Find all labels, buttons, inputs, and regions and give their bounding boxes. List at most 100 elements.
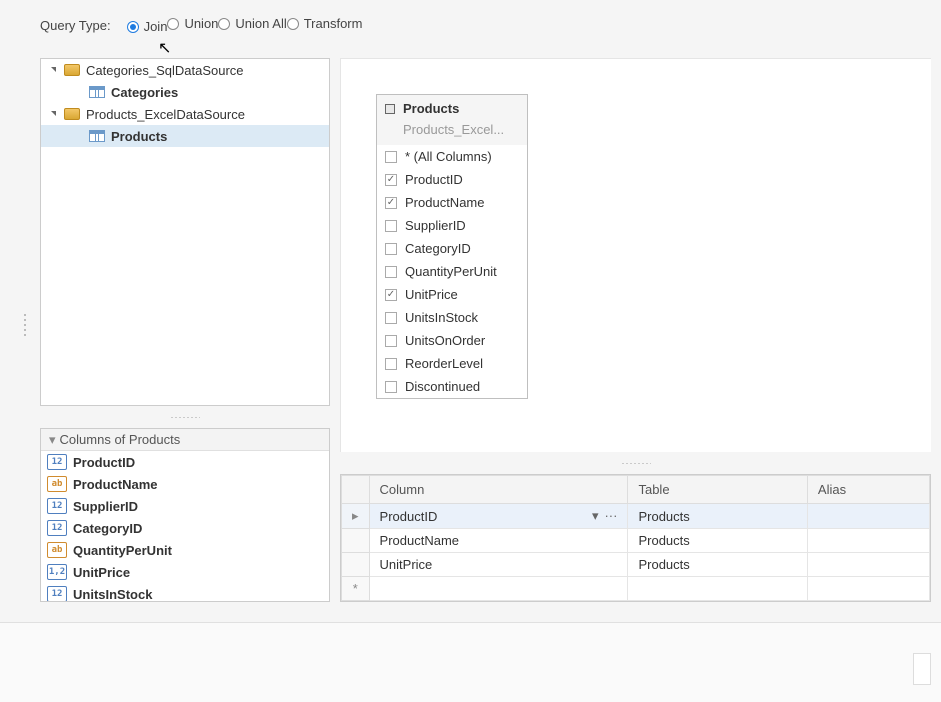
table-box-subtitle: Products_Excel... [377, 122, 527, 145]
table-box-field-label: QuantityPerUnit [405, 264, 497, 279]
checkbox-icon[interactable] [385, 174, 397, 186]
grid-row-indicator: ▸ [342, 504, 370, 529]
table-box-field-label: ReorderLevel [405, 356, 483, 371]
table-box-field[interactable]: ReorderLevel [377, 352, 527, 375]
datatype-icon: ab [47, 542, 67, 558]
table-box-field[interactable]: UnitsOnOrder [377, 329, 527, 352]
grid-cell-table[interactable] [628, 577, 807, 601]
column-item[interactable]: 12UnitsInStock [41, 583, 329, 601]
datatype-icon: 1,2 [47, 564, 67, 580]
table-box-field-label: ProductName [405, 195, 484, 210]
checkbox-icon[interactable] [385, 220, 397, 232]
table-box-field[interactable]: ProductID [377, 168, 527, 191]
column-item[interactable]: abProductName [41, 473, 329, 495]
grid-cell-alias[interactable] [807, 529, 929, 553]
radio-label: Union [184, 16, 218, 31]
column-item-label: SupplierID [73, 499, 138, 514]
checkbox-icon[interactable] [385, 266, 397, 278]
column-item[interactable]: 12CategoryID [41, 517, 329, 539]
table-box-field[interactable]: SupplierID [377, 214, 527, 237]
query-type-label: Query Type: [40, 18, 111, 33]
checkbox-icon[interactable] [385, 358, 397, 370]
dropdown-icon[interactable]: ▾ [592, 508, 599, 524]
query-type-radio-union[interactable]: Union [167, 16, 218, 31]
query-type-radio-join[interactable]: Join [127, 19, 168, 34]
checkbox-icon[interactable] [385, 243, 397, 255]
query-type-radio-union-all[interactable]: Union All [218, 16, 286, 31]
tree-item-label: Categories [111, 85, 178, 100]
grid-cell-table[interactable]: Products [628, 529, 807, 553]
footer-button[interactable] [913, 653, 931, 685]
checkbox-icon[interactable] [385, 197, 397, 209]
grid-cell-table[interactable]: Products [628, 504, 807, 529]
database-icon [64, 108, 80, 120]
grid-cell-column[interactable]: ProductID▾··· [369, 504, 628, 529]
query-type-radio-transform[interactable]: Transform [287, 16, 363, 31]
table-box-field-label: UnitsOnOrder [405, 333, 485, 348]
column-item[interactable]: abQuantityPerUnit [41, 539, 329, 561]
table-icon [89, 130, 105, 142]
table-box-field[interactable]: QuantityPerUnit [377, 260, 527, 283]
tree-table[interactable]: Categories [41, 81, 329, 103]
column-item-label: ProductID [73, 455, 135, 470]
grid-cell-alias[interactable] [807, 577, 929, 601]
radio-dot-icon [287, 18, 299, 30]
grid-row-indicator [342, 529, 370, 553]
table-box-field[interactable]: UnitsInStock [377, 306, 527, 329]
tree-twisty-icon[interactable] [49, 109, 60, 120]
table-box-field[interactable]: CategoryID [377, 237, 527, 260]
grid-cell-column[interactable]: ProductName [369, 529, 628, 553]
grid-new-row[interactable]: * [342, 577, 930, 601]
radio-dot-icon [127, 21, 139, 33]
table-box-field[interactable]: UnitPrice [377, 283, 527, 306]
tree-data-source[interactable]: Products_ExcelDataSource [41, 103, 329, 125]
column-item[interactable]: 12 ProductID [41, 451, 329, 473]
grid-cell-column[interactable] [369, 577, 628, 601]
checkbox-icon[interactable] [385, 289, 397, 301]
left-column: Categories_SqlDataSource Categories Produc… [40, 58, 330, 602]
checkbox-icon[interactable] [385, 381, 397, 393]
grid-cell-alias[interactable] [807, 553, 929, 577]
checkbox-icon[interactable] [385, 312, 397, 324]
table-box-menu-icon[interactable] [385, 104, 395, 114]
radio-label: Join [144, 19, 168, 34]
table-box-field-label: CategoryID [405, 241, 471, 256]
table-box-field[interactable]: * (All Columns) [377, 145, 527, 168]
table-box-field-label: Discontinued [405, 379, 480, 394]
tree-data-source[interactable]: Categories_SqlDataSource [41, 59, 329, 81]
grid-cell-column[interactable]: UnitPrice [369, 553, 628, 577]
tree-table[interactable]: Products [41, 125, 329, 147]
table-box-field[interactable]: Discontinued [377, 375, 527, 398]
horizontal-splitter-right[interactable] [340, 460, 931, 466]
grid-row[interactable]: ProductNameProducts [342, 529, 930, 553]
columns-panel-header[interactable]: ▾ Columns of Products [41, 429, 329, 451]
table-box-header[interactable]: Products [377, 95, 527, 122]
columns-list[interactable]: 12 ProductID abProductName12SupplierID12Ca… [41, 451, 329, 601]
tree-twisty-icon[interactable] [49, 65, 60, 76]
data-source-tree[interactable]: Categories_SqlDataSource Categories Produc… [40, 58, 330, 406]
tree-item-label: Products_ExcelDataSource [86, 107, 245, 122]
datatype-icon: 12 [47, 454, 67, 470]
vertical-splitter-left[interactable] [22, 308, 28, 342]
table-box-products[interactable]: Products Products_Excel... * (All Column… [376, 94, 528, 399]
column-item[interactable]: 1,2UnitPrice [41, 561, 329, 583]
chevron-down-icon: ▾ [49, 432, 56, 448]
table-box-field-label: * (All Columns) [405, 149, 492, 164]
checkbox-icon[interactable] [385, 151, 397, 163]
query-designer-canvas[interactable]: Products Products_Excel... * (All Column… [340, 58, 931, 452]
grid-row[interactable]: UnitPriceProducts [342, 553, 930, 577]
columns-panel-title: Columns of Products [60, 432, 181, 447]
column-item[interactable]: 12SupplierID [41, 495, 329, 517]
ellipsis-icon[interactable]: ··· [604, 508, 617, 524]
output-columns-grid[interactable]: Column Table Alias ▸ProductID▾···Product… [340, 474, 931, 602]
grid-header-column[interactable]: Column [369, 476, 628, 504]
table-box-field[interactable]: ProductName [377, 191, 527, 214]
grid-header-alias[interactable]: Alias [807, 476, 929, 504]
table-box-field-label: UnitsInStock [405, 310, 478, 325]
grid-row[interactable]: ▸ProductID▾···Products [342, 504, 930, 529]
checkbox-icon[interactable] [385, 335, 397, 347]
grid-cell-table[interactable]: Products [628, 553, 807, 577]
grid-cell-alias[interactable] [807, 504, 929, 529]
horizontal-splitter-left[interactable] [40, 414, 330, 420]
grid-header-table[interactable]: Table [628, 476, 807, 504]
